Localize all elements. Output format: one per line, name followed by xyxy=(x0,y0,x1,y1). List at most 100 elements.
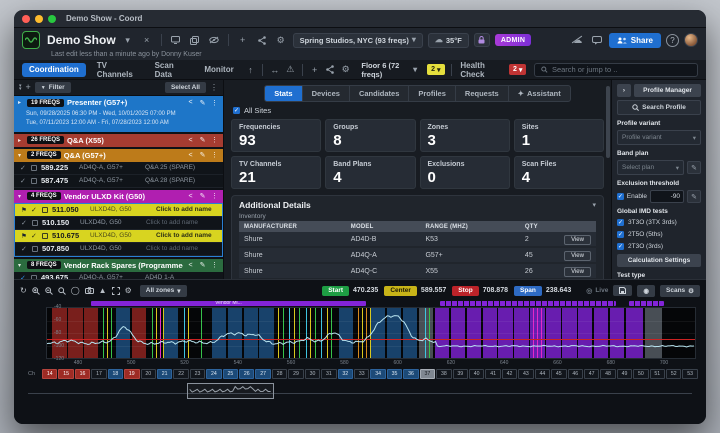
kebab-menu-icon[interactable]: ⋮ xyxy=(210,261,219,269)
live-toggle[interactable]: ◎ Live xyxy=(586,287,608,295)
tab-scan-data[interactable]: Scan Data xyxy=(148,58,194,81)
channel-cell[interactable]: 37 xyxy=(420,369,435,379)
warning-icon[interactable]: ⚠ xyxy=(285,63,297,76)
tab-monitor[interactable]: Monitor xyxy=(197,63,240,77)
channel-cell[interactable]: 26 xyxy=(239,369,254,379)
group-span-bar[interactable] xyxy=(629,301,664,306)
channel-cell[interactable]: 28 xyxy=(272,369,287,379)
channel-cell[interactable]: 16 xyxy=(75,369,90,379)
channel-cell[interactable]: 36 xyxy=(403,369,418,379)
help-button[interactable]: ? xyxy=(666,34,679,47)
all-sites-checkbox[interactable]: ✓ xyxy=(233,107,240,114)
profile-manager-button[interactable]: Profile Manager xyxy=(634,84,701,97)
imd-test-option[interactable]: ✓3T3O (3TX 3rds) xyxy=(617,218,701,227)
row-checkbox[interactable] xyxy=(42,233,48,239)
frequency-row[interactable]: ✓ 589.225 AD4Q-A, G57+ Q&A 25 (SPARE) xyxy=(14,162,223,175)
view-button[interactable]: View xyxy=(564,251,591,261)
user-avatar[interactable] xyxy=(684,33,698,47)
collapse-chevron-icon[interactable]: ▾ xyxy=(18,262,24,269)
venue-selector[interactable]: Spring Studios, NYC (93 freqs) ▾ xyxy=(293,33,423,48)
tab-profiles[interactable]: Profiles xyxy=(409,86,456,101)
view-button[interactable]: View xyxy=(564,267,591,277)
channel-cell[interactable]: 30 xyxy=(305,369,320,379)
tab-requests[interactable]: Requests xyxy=(456,86,509,101)
search-profile-button[interactable]: Search Profile xyxy=(617,100,701,115)
scans-button[interactable]: Scans ⚙ xyxy=(660,285,700,297)
settings-gear-icon[interactable]: ⚙ xyxy=(274,34,288,47)
collapse-panel-button[interactable]: › xyxy=(617,84,631,97)
channel-name[interactable]: Q&A 28 (SPARE) xyxy=(145,177,219,184)
channel-cell[interactable]: 51 xyxy=(650,369,665,379)
view-button[interactable]: View xyxy=(564,235,591,245)
collapse-chevron-icon[interactable]: ▾ xyxy=(18,152,24,159)
channel-cell[interactable]: 33 xyxy=(354,369,369,379)
share-group-icon[interactable]: < xyxy=(186,193,195,200)
imd-checkbox[interactable]: ✓ xyxy=(617,243,624,250)
edit-threshold-button[interactable]: ✎ xyxy=(687,190,701,203)
imd-checkbox[interactable]: ✓ xyxy=(617,219,624,226)
marker-stop[interactable]: Stop708.878 xyxy=(452,286,508,296)
channel-cell[interactable]: 42 xyxy=(502,369,517,379)
channel-cell[interactable]: 35 xyxy=(387,369,402,379)
zoom-out-icon[interactable] xyxy=(45,287,53,295)
channel-cell[interactable]: 53 xyxy=(682,369,697,379)
channel-cell[interactable]: 29 xyxy=(288,369,303,379)
close-window-button[interactable] xyxy=(22,15,30,23)
channel-cell[interactable]: 34 xyxy=(370,369,385,379)
zones-selector[interactable]: All zones ▾ xyxy=(140,285,187,297)
group-header[interactable]: ▾ 8 FREQS Vendor Rack Spares (Programmed… xyxy=(14,259,223,272)
frequency-row[interactable]: ✓ 587.475 AD4Q-A, G57+ Q&A 28 (SPARE) xyxy=(14,175,223,188)
collapse-chevron-icon[interactable]: ▾ xyxy=(18,193,24,200)
tab-assistant[interactable]: ✦ Assistant xyxy=(509,86,570,101)
zoom-in-icon[interactable] xyxy=(32,287,40,295)
channel-cell[interactable]: 31 xyxy=(321,369,336,379)
kebab-menu-icon[interactable]: ⋮ xyxy=(210,99,219,107)
vertical-scrollbar[interactable] xyxy=(606,86,610,158)
tab-stats[interactable]: Stats xyxy=(265,86,302,101)
target-button[interactable]: ◉ xyxy=(637,285,655,297)
ellipse-select-icon[interactable]: ◯ xyxy=(71,286,80,295)
row-checkbox[interactable] xyxy=(31,165,37,171)
channel-cell[interactable]: 47 xyxy=(584,369,599,379)
channel-cell[interactable]: 32 xyxy=(338,369,353,379)
channel-cell[interactable]: 22 xyxy=(173,369,188,379)
floor-selector[interactable]: Floor 6 (72 freqs) ▾ xyxy=(355,59,423,81)
spectrum-plot[interactable] xyxy=(46,307,696,359)
channel-cell[interactable]: 17 xyxy=(91,369,106,379)
group-header[interactable]: ▸ 19 FREQS Presenter (G57+) < ✎ ⋮ xyxy=(14,96,223,109)
peak-trace-icon[interactable]: ▲ xyxy=(99,286,107,295)
lock-button[interactable] xyxy=(474,33,490,47)
channel-name-placeholder[interactable]: Click to add name xyxy=(156,232,218,239)
add-icon[interactable]: + xyxy=(236,34,250,47)
zone-settings-icon[interactable]: ⚙ xyxy=(340,63,352,76)
minimap-selection-box[interactable] xyxy=(187,383,273,399)
enable-threshold-checkbox[interactable]: ✓ xyxy=(617,193,624,200)
marker-start[interactable]: Start470.235 xyxy=(322,286,378,296)
channel-cell[interactable]: 19 xyxy=(124,369,139,379)
channel-cell[interactable]: 41 xyxy=(485,369,500,379)
search-input[interactable] xyxy=(552,65,691,74)
show-selector-chevron-icon[interactable]: ▾ xyxy=(121,34,135,47)
span-arrows-icon[interactable]: ↔ xyxy=(269,63,281,76)
warning-count-badge[interactable]: 2 ▾ xyxy=(427,64,444,75)
tab-devices[interactable]: Devices xyxy=(303,86,350,101)
kebab-menu-icon[interactable]: ⋮ xyxy=(210,84,218,92)
channel-name-placeholder[interactable]: Click to add name xyxy=(156,206,218,213)
share-group-icon[interactable]: < xyxy=(186,137,195,144)
share-zone-icon[interactable] xyxy=(324,63,336,76)
channel-cell[interactable]: 48 xyxy=(600,369,615,379)
add-zone-icon[interactable]: + xyxy=(309,63,321,76)
weather-widget[interactable]: ☁ 35°F xyxy=(428,33,469,48)
zoom-select-icon[interactable] xyxy=(58,287,66,295)
tab-candidates[interactable]: Candidates xyxy=(350,86,409,101)
row-checkbox[interactable] xyxy=(42,207,48,213)
share-venue-icon[interactable] xyxy=(255,34,269,47)
channel-cell[interactable]: 20 xyxy=(141,369,156,379)
cloud-sync-off-icon[interactable]: ☁ xyxy=(571,34,585,47)
share-group-icon[interactable]: < xyxy=(186,99,195,106)
group-span-bar[interactable]: Vendor Mi... xyxy=(91,301,365,306)
imd-checkbox[interactable]: ✓ xyxy=(617,231,624,238)
channel-cell[interactable]: 15 xyxy=(58,369,73,379)
close-show-icon[interactable]: × xyxy=(140,34,154,47)
frequency-row-selected[interactable]: ⚑ ✓ 511.050 ULXD4D, G50 Click to add nam… xyxy=(15,204,222,217)
